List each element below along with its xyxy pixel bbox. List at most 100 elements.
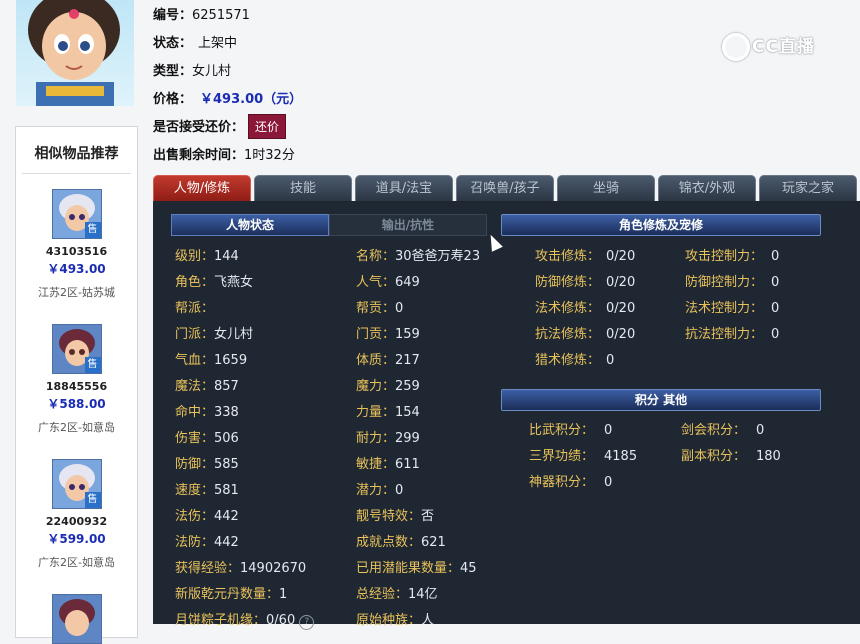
sidebar-title: 相似物品推荐 bbox=[34, 146, 119, 162]
stat-value: 人 bbox=[421, 613, 435, 628]
status-value: 上架中 bbox=[198, 36, 238, 51]
stat-row: 门派：女儿村 bbox=[175, 323, 253, 342]
stat-value: 1 bbox=[279, 587, 288, 602]
stat-row: 防御：585 bbox=[175, 453, 239, 472]
stat-key: 耐力： bbox=[356, 431, 396, 446]
stat-value: 144 bbox=[214, 249, 239, 264]
stat-key: 角色： bbox=[175, 275, 215, 290]
recommended-item-price: ￥588.00 bbox=[47, 397, 106, 411]
stat-row: 新版乾元丹数量：1 bbox=[175, 583, 287, 602]
help-icon[interactable]: ? bbox=[299, 615, 315, 630]
stat-row: 帮派： bbox=[175, 297, 214, 316]
stat-value: 506 bbox=[214, 431, 239, 446]
haggle-button[interactable]: 还价 bbox=[248, 114, 287, 139]
recommended-item-server: 广东2区-如意岛 bbox=[38, 421, 115, 434]
recommended-item-id: 18845556 bbox=[45, 380, 108, 393]
stat-value: 30爸爸万寿23 bbox=[395, 249, 481, 264]
stat-key: 伤害： bbox=[175, 431, 215, 446]
detail-tabs: 人物/修炼 技能 道具/法宝 召唤兽/孩子 坐骑 锦衣/外观 玩家之家 bbox=[153, 175, 860, 201]
stat-row: 靓号特效：否 bbox=[356, 505, 434, 524]
stat-key: 帮派： bbox=[175, 301, 215, 316]
stat-value: 1659 bbox=[214, 353, 248, 368]
points-header: 积分 其他 bbox=[501, 389, 821, 411]
stat-value: 0 bbox=[395, 483, 404, 498]
cultivation-value: 0/20 bbox=[606, 249, 636, 264]
cultivation-row: 法术修炼： 0/20 bbox=[535, 297, 635, 316]
stat-key: 速度： bbox=[175, 483, 215, 498]
stat-row: 原始种族：人 bbox=[356, 609, 434, 628]
stat-row: 门贡：159 bbox=[356, 323, 420, 342]
stat-value: 女儿村 bbox=[214, 327, 254, 342]
item-id-value: 6251571 bbox=[192, 8, 250, 23]
tab-character-cultivation[interactable]: 人物/修炼 bbox=[153, 175, 251, 201]
remaining-time-value: 1时32分 bbox=[244, 148, 295, 163]
tab-pets-children[interactable]: 召唤兽/孩子 bbox=[456, 175, 554, 201]
tab-items-treasures[interactable]: 道具/法宝 bbox=[355, 175, 453, 201]
recommended-item[interactable]: 售 22400932 ￥599.00 广东2区-如意岛 bbox=[16, 459, 137, 570]
subtab-output-resistance[interactable]: 输出/抗性 bbox=[329, 214, 487, 236]
control-value: 0 bbox=[771, 301, 780, 316]
stat-row: 法伤：442 bbox=[175, 505, 239, 524]
tab-skills[interactable]: 技能 bbox=[254, 175, 352, 201]
stat-key: 法伤： bbox=[175, 509, 215, 524]
points-row: 比武积分： 0 bbox=[529, 419, 612, 438]
cultivation-key: 猎术修炼： bbox=[535, 353, 601, 368]
recommended-item[interactable]: 售 43103516 ￥493.00 江苏2区-姑苏城 bbox=[16, 189, 137, 300]
sell-badge: 售 bbox=[84, 492, 101, 508]
character-detail-panel: 人物状态 输出/抗性 角色修炼及宠修 积分 其他 级别：144 角色：飞燕女 帮… bbox=[153, 201, 860, 630]
stat-key: 获得经验： bbox=[175, 561, 241, 576]
stat-row: 名称：30爸爸万寿23 bbox=[356, 245, 480, 264]
recommended-item-thumbnail[interactable] bbox=[51, 594, 102, 644]
points-key: 三界功绩： bbox=[529, 449, 595, 464]
price-label: 价格： bbox=[153, 92, 193, 107]
stat-key: 潜力： bbox=[356, 483, 396, 498]
points-row: 三界功绩： 4185 bbox=[529, 445, 637, 464]
stat-key: 级别： bbox=[175, 249, 215, 264]
sidebar-divider bbox=[22, 173, 131, 174]
stat-key: 魔法： bbox=[175, 379, 215, 394]
recommended-item-server: 广东2区-如意岛 bbox=[38, 556, 115, 569]
status-subtabs: 人物状态 输出/抗性 bbox=[171, 214, 487, 236]
stat-value: 14亿 bbox=[408, 587, 438, 602]
stat-row: 气血：1659 bbox=[175, 349, 247, 368]
tab-mounts[interactable]: 坐骑 bbox=[557, 175, 655, 201]
control-row: 法术控制力： 0 bbox=[685, 297, 779, 316]
recommended-item[interactable]: 售 18845556 ￥588.00 广东2区-如意岛 bbox=[16, 324, 137, 435]
points-key: 比武积分： bbox=[529, 423, 595, 438]
control-value: 0 bbox=[771, 249, 780, 264]
tab-player-home[interactable]: 玩家之家 bbox=[759, 175, 857, 201]
stat-key: 防御： bbox=[175, 457, 215, 472]
stat-value: 621 bbox=[421, 535, 446, 550]
recommended-item-thumbnail[interactable]: 售 bbox=[51, 324, 102, 374]
stat-key: 气血： bbox=[175, 353, 215, 368]
stat-row: 魔力：259 bbox=[356, 375, 420, 394]
cultivation-key: 法术修炼： bbox=[535, 301, 601, 316]
cultivation-row: 攻击修炼： 0/20 bbox=[535, 245, 635, 264]
control-key: 防御控制力： bbox=[685, 275, 764, 290]
stat-row: 总经验：14亿 bbox=[356, 583, 438, 602]
subtab-character-status[interactable]: 人物状态 bbox=[171, 214, 329, 236]
stat-value: 259 bbox=[395, 379, 420, 394]
control-key: 抗法控制力： bbox=[685, 327, 764, 342]
recommended-item-thumbnail[interactable]: 售 bbox=[51, 459, 102, 509]
stat-key: 月饼粽子机缘： bbox=[175, 613, 267, 628]
stat-key: 门贡： bbox=[356, 327, 396, 342]
stat-value: 442 bbox=[214, 535, 239, 550]
stat-row: 成就点数：621 bbox=[356, 531, 446, 550]
cultivation-key: 抗法修炼： bbox=[535, 327, 601, 342]
type-label: 类型： bbox=[153, 64, 193, 79]
stat-key: 新版乾元丹数量： bbox=[175, 587, 280, 602]
stat-row: 伤害：506 bbox=[175, 427, 239, 446]
recommended-item-thumbnail[interactable]: 售 bbox=[51, 189, 102, 239]
stat-key: 命中： bbox=[175, 405, 215, 420]
recommended-item[interactable] bbox=[16, 594, 137, 644]
remaining-time-label: 出售剩余时间： bbox=[153, 148, 245, 163]
control-row: 攻击控制力： 0 bbox=[685, 245, 779, 264]
stat-row: 月饼粽子机缘：0/60? bbox=[175, 609, 315, 630]
stat-key: 力量： bbox=[356, 405, 396, 420]
stat-value: 649 bbox=[395, 275, 420, 290]
points-value: 180 bbox=[756, 449, 781, 464]
haggle-line: 是否接受还价： 还价 bbox=[153, 114, 287, 139]
tab-outfits[interactable]: 锦衣/外观 bbox=[658, 175, 756, 201]
stat-key: 靓号特效： bbox=[356, 509, 422, 524]
